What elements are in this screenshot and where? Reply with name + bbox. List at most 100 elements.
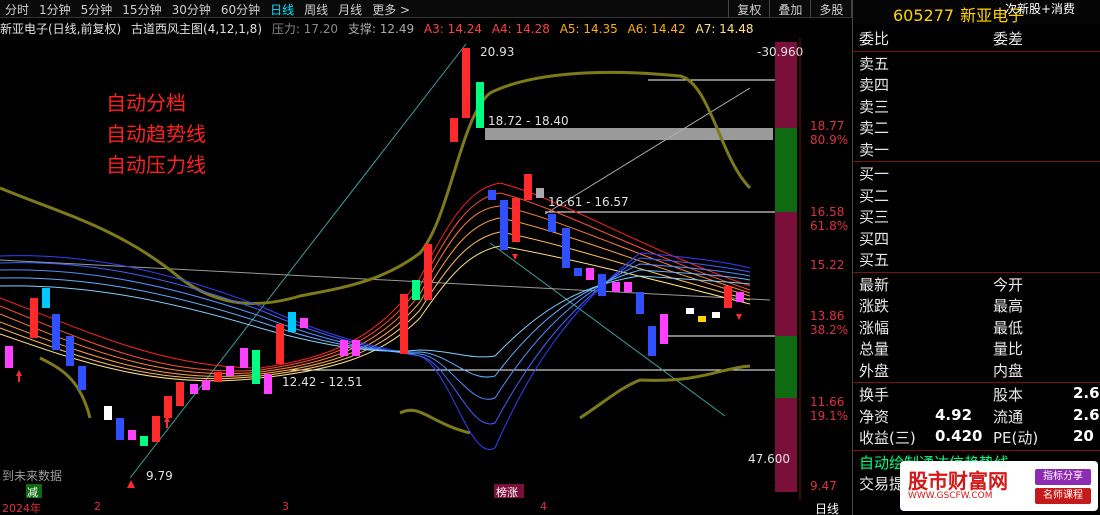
ask-label: 卖四	[859, 76, 890, 94]
bid-row: 买三	[859, 206, 1099, 227]
ask-label: 卖三	[859, 97, 890, 116]
fin-label: 流通	[993, 407, 1024, 426]
order-ratio-row: 委比 委差	[859, 28, 1099, 49]
annotation-line1: 自动分档	[106, 91, 186, 115]
ask-row: 卖四	[859, 74, 1099, 95]
quote-label: 最高	[993, 297, 1024, 315]
quote-label: 外盘	[859, 361, 890, 380]
indicator-name[interactable]: 古道西风主图(4,12,1,8)	[131, 22, 262, 36]
period-tab[interactable]: 15分钟	[117, 0, 166, 17]
fin-label: 换手	[859, 386, 890, 404]
watermark-url: WWW.GSCFW.COM	[908, 491, 993, 501]
a5-value: A5: 14.35	[559, 22, 618, 36]
price-label: 16.58	[810, 205, 844, 219]
period-tab[interactable]: 60分钟	[216, 0, 265, 17]
ask-row: 卖一	[859, 139, 1099, 160]
watermark-logo: 股市财富网 WWW.GSCFW.COM 指标分享 名师课程	[900, 461, 1098, 511]
stock-sector[interactable]: 次新股+消费	[1005, 0, 1075, 17]
bid-label: 买二	[859, 186, 890, 205]
quote-row: 涨跌 最高	[859, 295, 1099, 316]
toolbar-spacer	[415, 0, 728, 17]
kline-chart[interactable]: 自动分档 自动趋势线 自动压力线 20.93 9.79 18.72 - 18.4…	[0, 38, 852, 500]
time-label-mar: 3	[282, 500, 289, 513]
panel-divider	[853, 50, 1100, 52]
resistance-band	[485, 128, 773, 140]
fin-value: 2.60	[1073, 405, 1100, 424]
time-label-year: 2024年	[2, 502, 41, 515]
quote-label: 今开	[993, 275, 1024, 294]
watermark-title: 股市财富网	[908, 469, 1008, 493]
price-label: 18.77	[810, 119, 844, 133]
bottom-axis-value: 47.600	[748, 452, 790, 466]
ask-label: 卖二	[859, 119, 890, 137]
watermark-badge-indicator: 指标分享	[1035, 469, 1091, 485]
quote-label: 最新	[859, 275, 890, 294]
period-tab[interactable]: 更多 >	[367, 0, 415, 17]
price-label: 19.1%	[810, 409, 848, 423]
toolbar-action[interactable]: 复权	[728, 0, 769, 17]
price-label: 38.2%	[810, 323, 848, 337]
bid-row: 买二	[859, 185, 1099, 206]
quote-label: 内盘	[993, 361, 1024, 380]
a3-value: A3: 14.24	[423, 22, 482, 36]
future-data-label: 到未来数据	[2, 468, 62, 483]
panel-divider	[853, 449, 1100, 451]
a7-value: A7: 14.48	[695, 22, 754, 36]
fin-row: 换手 股本 2.64	[859, 384, 1100, 405]
bid-row: 买四	[859, 228, 1099, 249]
band-label-1: 18.72 - 18.40	[488, 114, 569, 128]
fin-value: 0.420	[935, 427, 983, 445]
fib-bar-bottom	[775, 398, 797, 492]
bid-label: 买五	[859, 251, 890, 269]
period-tab[interactable]: 分时	[0, 0, 34, 17]
ask-label: 卖五	[859, 54, 890, 73]
fin-value: 20	[1073, 427, 1094, 445]
bid-row: 买五	[859, 249, 1099, 270]
period-tab[interactable]: 5分钟	[76, 0, 118, 17]
period-indicator[interactable]: 日线	[802, 500, 852, 515]
band-label-2: 16.61 - 16.57	[548, 195, 629, 209]
ask-label: 卖一	[859, 140, 890, 159]
quote-label: 最低	[993, 318, 1024, 337]
price-label: 61.8%	[810, 219, 848, 233]
support-value: 支撑: 12.49	[347, 22, 415, 36]
bid-label: 买三	[859, 208, 890, 226]
price-label: 80.9%	[810, 133, 848, 147]
period-tab[interactable]: 日线	[265, 0, 299, 17]
quote-row: 外盘 内盘	[859, 360, 1099, 381]
toolbar-action[interactable]: 多股	[810, 0, 851, 17]
bid-label: 买一	[859, 165, 890, 183]
quote-label: 涨幅	[859, 318, 890, 337]
stock-header: 605277 新亚电子 次新股+消费	[853, 0, 1100, 25]
period-tab[interactable]: 30分钟	[167, 0, 216, 17]
fin-label: PE(动)	[993, 429, 1039, 447]
weicha-label: 委差	[993, 30, 1024, 48]
marker-jian: 减	[27, 486, 38, 499]
ask-row: 卖二	[859, 117, 1099, 138]
stock-title: 新亚电子(日线,前复权)	[0, 22, 122, 36]
panel-divider	[853, 161, 1100, 162]
panel-divider	[853, 271, 1100, 273]
period-tab[interactable]: 周线	[299, 0, 333, 17]
quote-row: 总量 量比	[859, 338, 1099, 359]
low-price-label: 9.79	[146, 469, 173, 483]
annotation-line2: 自动趋势线	[106, 122, 206, 146]
price-label: 9.47	[810, 479, 837, 493]
time-label-apr: 4	[540, 500, 547, 513]
fin-label: 收益(三)	[859, 429, 916, 447]
bid-label: 买四	[859, 229, 890, 248]
fib-bar-mid1	[775, 128, 797, 212]
fin-label: 净资	[859, 407, 890, 426]
indicator-info-bar: 新亚电子(日线,前复权) 古道西风主图(4,12,1,8) 压力: 17.20 …	[0, 20, 852, 38]
period-tab[interactable]: 月线	[333, 0, 367, 17]
period-tab[interactable]: 1分钟	[34, 0, 76, 17]
fin-row: 净资 4.92 流通 2.60	[859, 405, 1100, 427]
toolbar-action[interactable]: 叠加	[769, 0, 810, 17]
fin-value: 4.92	[935, 405, 973, 424]
stock-code: 605277	[893, 6, 955, 25]
ask-row: 卖三	[859, 96, 1099, 117]
quote-label: 涨跌	[859, 297, 890, 315]
pressure-value: 压力: 17.20	[271, 22, 339, 36]
marker-zhangting: 榜涨	[496, 485, 518, 499]
price-label: 13.86	[810, 309, 844, 323]
